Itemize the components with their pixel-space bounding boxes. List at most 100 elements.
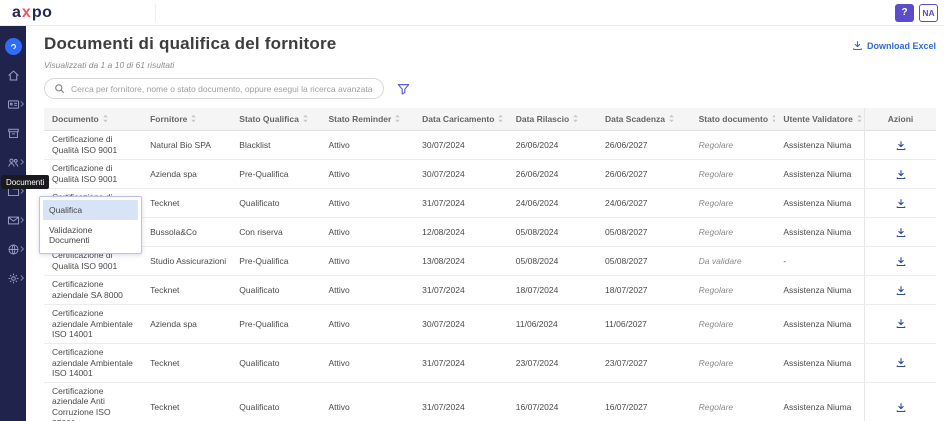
sidebar (0, 26, 26, 421)
column-header-azioni[interactable]: Azioni (864, 108, 936, 131)
column-header-documento[interactable]: Documento (44, 108, 143, 131)
cell-stato-reminder: Attivo (320, 159, 415, 189)
download-icon (896, 169, 905, 179)
download-icon (896, 256, 905, 266)
cell-stato-qualifica: Pre-Qualifica (231, 304, 321, 344)
inbox-icon (7, 128, 19, 138)
column-header-stato-documento[interactable]: Stato documento (690, 108, 776, 131)
sidebar-item-inbox[interactable] (0, 125, 26, 141)
cell-azioni (864, 382, 936, 421)
cell-data-caricamento: 31/07/2024 (414, 382, 508, 421)
column-label: Data Scadenza (604, 114, 665, 124)
table-row: Certificazione di Qualità ISO 9001 Natura… (44, 130, 936, 160)
cell-utente-validatore: Assistenza Niuma (775, 188, 865, 218)
documents-flyout: Qualifica Validazione Documenti (39, 196, 142, 254)
download-excel-link[interactable]: Download Excel (852, 40, 936, 51)
cell-utente-validatore: Assistenza Niuma (775, 343, 865, 383)
flyout-item-qualifica[interactable]: Qualifica (43, 200, 138, 220)
sort-icon (395, 114, 401, 123)
column-header-fornitore[interactable]: Fornitore (142, 108, 232, 131)
chevron-right-icon (20, 246, 25, 253)
table-row: Certificazione di Qualità ISO 9001Teckne… (44, 188, 936, 218)
cell-azioni (864, 343, 936, 383)
download-icon (853, 41, 862, 51)
cell-utente-validatore: - (775, 246, 865, 276)
column-label: Stato Reminder (328, 114, 392, 124)
column-label: Fornitore (150, 114, 188, 124)
results-info: Visualizzati da 1 a 10 di 61 risultati (44, 60, 175, 70)
cell-data-scadenza: 05/08/2027 (596, 246, 691, 276)
download-document-button[interactable] (893, 196, 909, 211)
table-row: Certificazione aziendale Ambientale ISO … (44, 343, 936, 383)
chevron-right-icon (20, 159, 25, 166)
column-label: Documento (52, 114, 99, 124)
download-document-button[interactable] (893, 138, 909, 153)
table-row: Certificazione aziendale Anti Corruzione… (44, 382, 936, 421)
cell-stato-documento: Regolare (690, 188, 776, 218)
table-body: Certificazione di Qualità ISO 9001 Natura… (44, 130, 936, 421)
cell-stato-documento: Regolare (690, 304, 776, 344)
cell-utente-validatore: Assistenza Niuma (775, 217, 865, 247)
download-document-button[interactable] (893, 283, 909, 298)
sidebar-item-registry[interactable] (0, 96, 26, 112)
cell-data-scadenza: 23/07/2027 (596, 343, 691, 383)
column-label: Data Rilascio (515, 114, 570, 124)
help-button[interactable]: ? (895, 3, 914, 22)
download-excel-label: Download Excel (866, 40, 936, 51)
cell-stato-reminder: Attivo (320, 130, 415, 160)
cell-azioni (864, 304, 936, 344)
cell-data-caricamento: 12/08/2024 (414, 217, 508, 247)
cell-documento: Certificazione aziendale Anti Corruzione… (44, 382, 143, 421)
cell-data-rilascio: 23/07/2024 (507, 343, 597, 383)
download-document-button[interactable] (893, 316, 909, 331)
sidebar-item-messages[interactable] (0, 212, 26, 228)
sort-icon (573, 114, 578, 123)
column-header-utente-validatore[interactable]: Utente Validatore (775, 108, 865, 131)
download-document-button[interactable] (893, 167, 909, 182)
search-bar (44, 78, 384, 99)
download-document-button[interactable] (893, 254, 909, 269)
column-label: Data Caricamento (422, 114, 495, 124)
cell-stato-reminder: Attivo (320, 343, 415, 383)
cell-data-caricamento: 30/07/2024 (414, 304, 508, 344)
cell-stato-documento: Regolare (690, 382, 776, 421)
sort-icon (303, 114, 308, 123)
column-header-stato-reminder[interactable]: Stato Reminder (320, 108, 415, 131)
cell-stato-reminder: Attivo (320, 217, 415, 247)
cell-utente-validatore: Assistenza Niuma (775, 275, 865, 305)
column-header-data-rilascio[interactable]: Data Rilascio (507, 108, 597, 131)
cell-azioni (864, 275, 936, 305)
sidebar-item-settings[interactable] (0, 270, 26, 286)
filter-button[interactable] (396, 82, 411, 96)
download-document-button[interactable] (893, 225, 909, 240)
download-icon (896, 140, 905, 150)
search-input[interactable] (71, 83, 374, 94)
id-card-icon (7, 99, 19, 109)
dashboard-icon (4, 37, 22, 55)
download-icon (896, 319, 905, 329)
table-row: Certificazione di Qualità ISO 9001Bussol… (44, 217, 936, 247)
flyout-item-validazione-documenti[interactable]: Validazione Documenti (43, 220, 138, 250)
download-document-button[interactable] (893, 355, 909, 370)
download-icon (896, 285, 905, 295)
sidebar-item-suppliers[interactable] (0, 154, 26, 170)
home-icon (7, 69, 19, 80)
cell-data-rilascio: 16/07/2024 (507, 382, 597, 421)
column-header-data-scadenza[interactable]: Data Scadenza (596, 108, 691, 131)
cell-utente-validatore: Assistenza Niuma (775, 159, 865, 189)
page-title: Documenti di qualifica del fornitore (44, 34, 337, 53)
sidebar-item-home[interactable] (0, 67, 26, 83)
download-document-button[interactable] (893, 400, 909, 415)
table-row: Certificazione aziendale Ambientale ISO … (44, 304, 936, 344)
cell-data-scadenza: 26/06/2027 (596, 159, 691, 189)
column-header-stato-qualifica[interactable]: Stato Qualifica (231, 108, 321, 131)
sidebar-item-portal[interactable] (0, 241, 26, 257)
cell-azioni (864, 246, 936, 276)
user-avatar[interactable]: NA (919, 3, 938, 22)
cell-fornitore: Tecknet (142, 382, 232, 421)
column-header-data-caricamento[interactable]: Data Caricamento (414, 108, 508, 131)
axpo-logo[interactable]: axpo (12, 4, 52, 22)
sidebar-item-dashboard[interactable] (0, 37, 26, 55)
cell-documento: Certificazione aziendale Ambientale ISO … (44, 304, 143, 344)
cell-documento: Certificazione aziendale Ambientale ISO … (44, 343, 143, 383)
